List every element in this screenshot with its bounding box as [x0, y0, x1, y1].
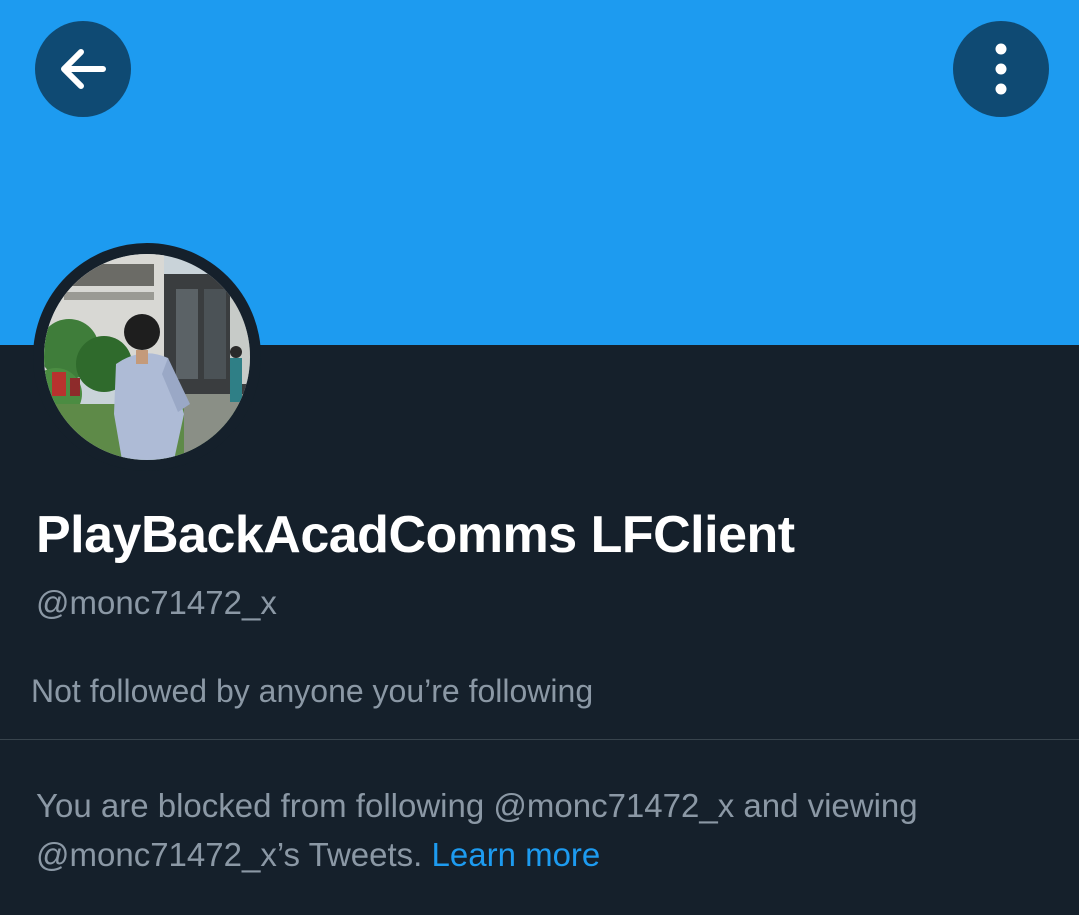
more-options-button[interactable]	[953, 21, 1049, 117]
profile-handle: @monc71472_x	[36, 584, 277, 621]
arrow-left-icon	[61, 49, 106, 89]
more-vertical-icon	[995, 43, 1007, 95]
back-button[interactable]	[35, 21, 131, 117]
learn-more-link[interactable]: Learn more	[432, 836, 601, 873]
avatar-ring[interactable]	[33, 243, 261, 471]
blocked-message: You are blocked from following @monc7147…	[36, 781, 1046, 879]
avatar[interactable]	[44, 254, 250, 460]
display-name: PlayBackAcadComms LFClient	[36, 506, 795, 564]
divider	[0, 739, 1079, 740]
followers-you-know-note[interactable]: Not followed by anyone you’re following	[31, 673, 593, 710]
